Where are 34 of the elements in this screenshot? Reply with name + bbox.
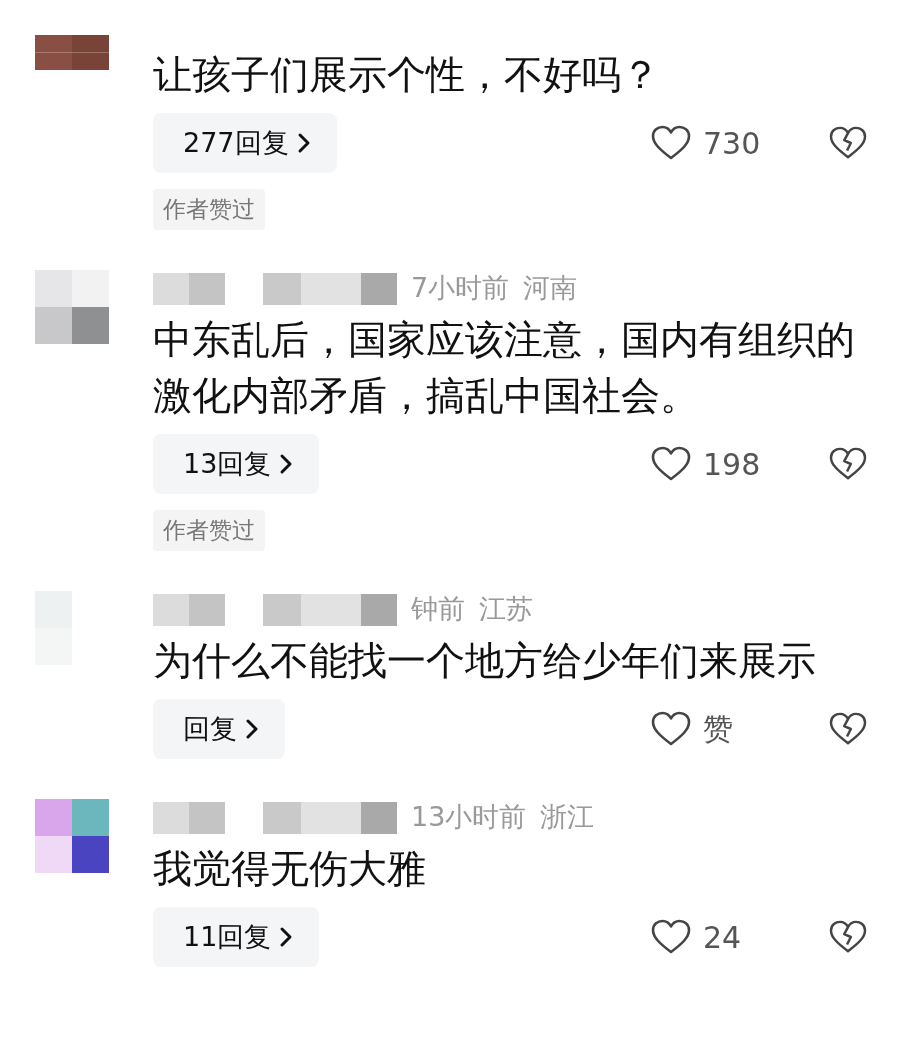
heart-icon[interactable] bbox=[651, 919, 691, 955]
comment-text: 为什么不能找一个地方给少年们来展示 bbox=[153, 637, 817, 685]
replies-button[interactable]: 11回复 bbox=[153, 907, 320, 967]
like-count: 赞 bbox=[703, 709, 733, 748]
heart-icon[interactable] bbox=[651, 125, 691, 161]
like-count: 730 bbox=[703, 125, 761, 161]
chevron-icon bbox=[296, 132, 311, 154]
chevron-icon bbox=[279, 926, 294, 948]
broken-heart-icon[interactable] bbox=[829, 920, 867, 954]
comment-time: 7小时前 bbox=[411, 271, 510, 305]
replies-button[interactable]: 277回复 bbox=[153, 113, 337, 173]
comment-location: 浙江 bbox=[540, 800, 595, 834]
comment-location: 江苏 bbox=[479, 592, 533, 626]
heart-icon[interactable] bbox=[651, 446, 691, 482]
comment-text: 中东乱后，国家应该注意，国内有组织的激化内部矛盾，搞乱中国社会。 bbox=[153, 316, 856, 420]
comment-text: 我觉得无伤大雅 bbox=[153, 845, 427, 893]
comment-text: 让孩子们展示个性，不好吗？ bbox=[153, 51, 661, 99]
heart-icon[interactable] bbox=[651, 711, 691, 747]
broken-heart-icon[interactable] bbox=[829, 712, 867, 746]
chevron-icon bbox=[245, 718, 259, 740]
broken-heart-icon[interactable] bbox=[829, 447, 867, 481]
replies-button[interactable]: 回复 bbox=[153, 699, 285, 759]
avatar[interactable] bbox=[35, 270, 109, 344]
avatar[interactable] bbox=[35, 799, 109, 873]
author-liked-tag: 作者赞过 bbox=[153, 510, 265, 551]
replies-button[interactable]: 13回复 bbox=[153, 434, 320, 494]
chevron-icon bbox=[279, 453, 294, 475]
broken-heart-icon[interactable] bbox=[829, 126, 867, 160]
like-count: 24 bbox=[703, 919, 742, 955]
like-count: 198 bbox=[703, 446, 761, 482]
comment-location: 河南 bbox=[523, 271, 578, 305]
comment-time: 13小时前 bbox=[411, 800, 527, 834]
author-liked-tag: 作者赞过 bbox=[153, 189, 265, 230]
comment-time: 钟前 bbox=[411, 592, 465, 626]
